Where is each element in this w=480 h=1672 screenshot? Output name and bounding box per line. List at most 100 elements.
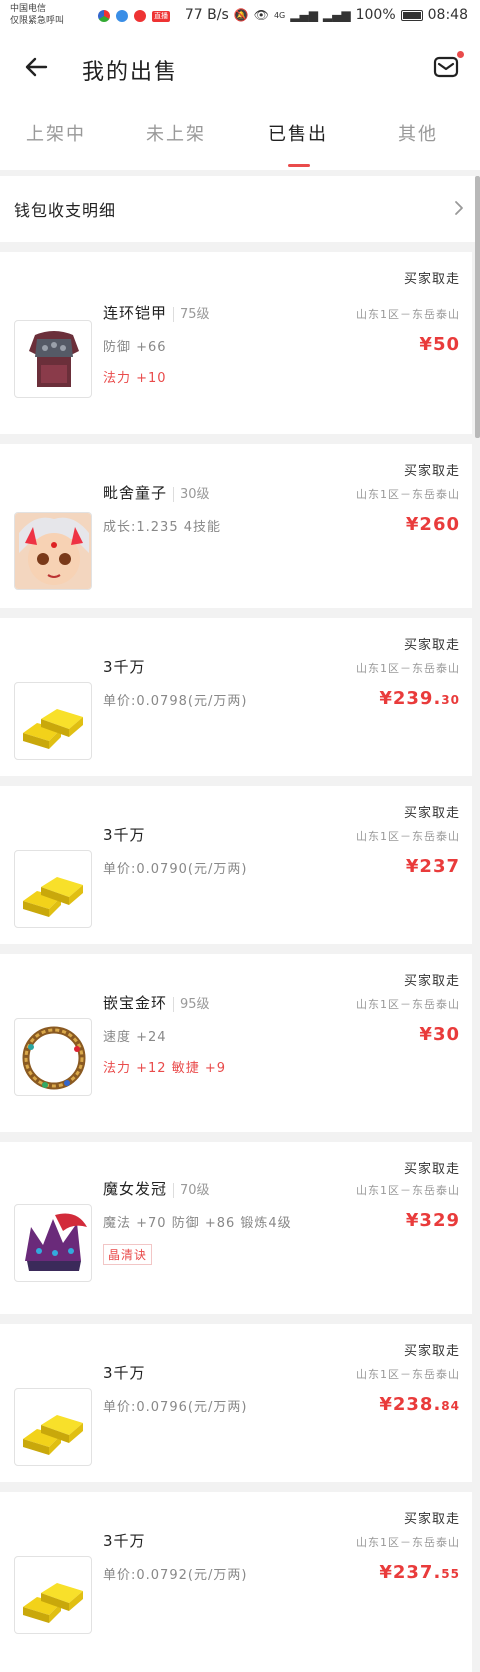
- price-integer: ¥238.: [379, 1394, 442, 1415]
- status-bar: 中国电信 仅限紧急呼叫 直播 77 B/s 🔕 👁 4G ▂▄▆ ▂▄▆ 100…: [0, 0, 480, 36]
- scrollbar[interactable]: [475, 176, 480, 438]
- gold-bars-icon: [23, 709, 83, 749]
- clock: 08:48: [427, 7, 468, 23]
- tab-other[interactable]: 其他: [398, 120, 438, 146]
- item-price: ¥50: [419, 334, 460, 355]
- sold-item-card[interactable]: 买家取走 3千万 山东1区－东岳泰山 单价:0.0798(元/万两) ¥239.…: [0, 618, 472, 776]
- order-status: 买家取走: [403, 1512, 460, 1527]
- signal-icon: ▂▄▆: [290, 8, 318, 22]
- item-attribute: 法力 +12 敏捷 +9: [103, 1061, 226, 1076]
- item-level: 75级: [173, 307, 210, 322]
- wallet-details-row[interactable]: 钱包收支明细: [0, 176, 480, 242]
- wallet-details-label: 钱包收支明细: [14, 201, 117, 220]
- item-attribute: 防御 +66: [103, 340, 167, 355]
- tab-listed[interactable]: 上架中: [26, 120, 86, 146]
- net-speed: 77 B/s: [184, 7, 229, 23]
- sold-item-card[interactable]: 买家取走 3千万 山东1区－东岳泰山 单价:0.0790(元/万两) ¥237: [0, 786, 472, 944]
- back-arrow-icon[interactable]: [22, 52, 52, 82]
- tab-bar: 上架中 未上架 已售出 其他: [0, 100, 480, 170]
- chevron-right-icon: [455, 201, 463, 215]
- ring-icon: [22, 1026, 86, 1090]
- tab-sold[interactable]: 已售出: [268, 120, 328, 146]
- item-name-row: 3千万: [103, 656, 146, 677]
- item-name: 毗舍童子: [103, 484, 168, 502]
- order-status: 买家取走: [403, 638, 460, 653]
- item-thumbnail: [14, 682, 92, 760]
- price-integer: ¥50: [419, 334, 460, 355]
- order-status: 买家取走: [403, 1162, 460, 1177]
- tab-unlisted[interactable]: 未上架: [146, 120, 206, 146]
- active-tab-indicator: [288, 164, 310, 167]
- item-level: 70级: [173, 1183, 210, 1198]
- item-attribute: 单价:0.0792(元/万两): [103, 1568, 248, 1583]
- price-integer: ¥30: [419, 1024, 460, 1045]
- page-title: 我的出售: [82, 60, 179, 85]
- sold-item-card[interactable]: 买家取走 连环铠甲 75级 山东1区－东岳泰山 防御 +66 ¥50 法力 +10: [0, 252, 472, 434]
- order-status: 买家取走: [403, 806, 460, 821]
- network-type: 4G: [273, 10, 286, 20]
- unread-badge: [457, 51, 464, 58]
- price-integer: ¥237: [405, 856, 460, 877]
- order-status: 买家取走: [403, 464, 460, 479]
- price-decimal: 84: [441, 1399, 460, 1413]
- app-icon: [134, 10, 146, 22]
- item-attribute: 成长:1.235 4技能: [103, 520, 221, 535]
- app-header: 我的出售: [0, 36, 480, 100]
- eye-icon: 👁: [253, 8, 269, 22]
- item-name: 3千万: [103, 1364, 146, 1382]
- item-server: 山东1区－东岳泰山: [356, 308, 460, 321]
- carrier-status: 仅限紧急呼叫: [10, 16, 65, 26]
- carrier-name: 中国电信: [10, 4, 47, 14]
- item-server: 山东1区－东岳泰山: [356, 998, 460, 1011]
- item-name: 3千万: [103, 1532, 146, 1550]
- item-name-row: 魔女发冠 70级: [103, 1178, 210, 1199]
- price-integer: ¥329: [405, 1210, 460, 1231]
- message-icon[interactable]: [432, 54, 460, 80]
- item-name-row: 嵌宝金环 95级: [103, 992, 210, 1013]
- order-status: 买家取走: [403, 272, 460, 287]
- price-decimal: 30: [441, 693, 460, 707]
- price-integer: ¥239.: [379, 688, 442, 709]
- item-price: ¥237: [406, 856, 460, 877]
- price-decimal: 55: [441, 1567, 460, 1581]
- signal-icon: ▂▄▆: [322, 8, 351, 22]
- sold-item-card[interactable]: 买家取走 3千万 山东1区－东岳泰山 单价:0.0792(元/万两) ¥237.…: [0, 1492, 472, 1672]
- item-price: ¥329: [406, 1210, 460, 1231]
- item-price: ¥237.55: [379, 1562, 460, 1583]
- battery-icon: [400, 9, 423, 21]
- item-name: 3千万: [103, 826, 146, 844]
- price-integer: ¥260: [405, 514, 460, 535]
- item-thumbnail: [14, 1204, 92, 1282]
- item-thumbnail: [14, 320, 92, 398]
- sold-item-card[interactable]: 买家取走 毗舍童子 30级 山东1区－东岳泰山 成长:1.235 4技能 ¥260: [0, 444, 472, 608]
- live-badge: 直播: [152, 10, 170, 22]
- gold-bars-icon: [23, 1583, 83, 1623]
- item-name-row: 连环铠甲 75级: [103, 302, 210, 323]
- item-name: 连环铠甲: [103, 304, 168, 322]
- item-price: ¥30: [419, 1024, 460, 1045]
- item-name-row: 毗舍童子 30级: [103, 482, 210, 503]
- armor-icon: [29, 331, 79, 387]
- special-skill-tag: 晶清诀: [103, 1244, 153, 1265]
- mute-icon: 🔕: [233, 8, 249, 22]
- item-server: 山东1区－东岳泰山: [356, 662, 460, 675]
- carrier-info: 中国电信 仅限紧急呼叫: [10, 3, 64, 27]
- pet-avatar-icon: [15, 513, 91, 589]
- gold-bars-icon: [23, 877, 83, 917]
- item-thumbnail: [14, 850, 92, 928]
- item-attribute: 法力 +10: [103, 371, 167, 386]
- item-server: 山东1区－东岳泰山: [356, 1536, 460, 1549]
- notification-icons: 直播: [98, 10, 170, 22]
- item-thumbnail: [14, 1556, 92, 1634]
- item-name: 3千万: [103, 658, 146, 676]
- sold-item-card[interactable]: 买家取走 魔女发冠 70级 山东1区－东岳泰山 魔法 +70 防御 +86 锻炼4…: [0, 1142, 472, 1314]
- sold-item-card[interactable]: 买家取走 3千万 山东1区－东岳泰山 单价:0.0796(元/万两) ¥238.…: [0, 1324, 472, 1482]
- crown-icon: [25, 1213, 87, 1271]
- item-level: 30级: [173, 487, 210, 502]
- app-icon: [98, 10, 110, 22]
- order-status: 买家取走: [403, 1344, 460, 1359]
- item-name-row: 3千万: [103, 1530, 146, 1551]
- item-price: ¥260: [406, 514, 460, 535]
- item-name-row: 3千万: [103, 824, 146, 845]
- sold-item-card[interactable]: 买家取走 嵌宝金环 95级 山东1区－东岳泰山 速度 +24 ¥30 法力 +12…: [0, 954, 472, 1132]
